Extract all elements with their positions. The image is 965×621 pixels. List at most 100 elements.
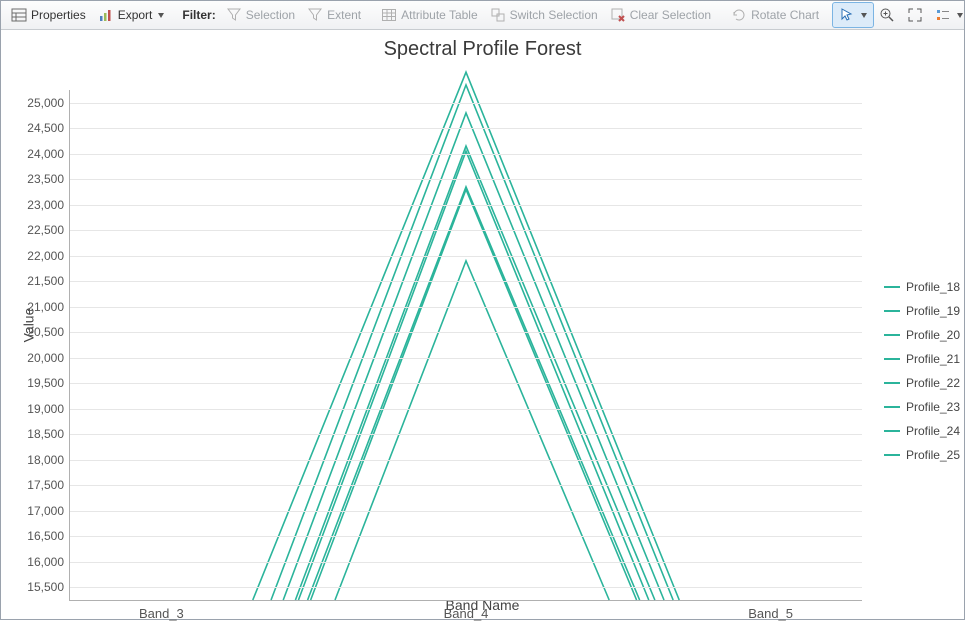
zoom-in-icon bbox=[879, 7, 895, 23]
legend-item[interactable]: Profile_23 bbox=[884, 395, 960, 419]
x-tick-label: Band_4 bbox=[444, 600, 489, 621]
legend-label: Profile_24 bbox=[906, 424, 960, 438]
chart-area[interactable]: Spectral Profile Forest Value Band Name … bbox=[1, 30, 964, 619]
clear-selection-button[interactable]: Clear Selection bbox=[604, 3, 717, 27]
y-tick-label: 23,500 bbox=[27, 172, 70, 186]
y-tick-label: 16,500 bbox=[27, 529, 70, 543]
switch-selection-button[interactable]: Switch Selection bbox=[484, 3, 604, 27]
filter-selection-label: Selection bbox=[246, 9, 295, 21]
dropdown-caret-icon bbox=[158, 13, 164, 18]
legend-item[interactable]: Profile_24 bbox=[884, 419, 960, 443]
x-tick-label: Band_3 bbox=[139, 600, 184, 621]
legend: Profile_18 Profile_19 Profile_20 Profile_21… bbox=[884, 275, 960, 467]
series-line[interactable] bbox=[298, 151, 648, 600]
grid-line bbox=[70, 332, 862, 333]
filter-extent-label: Extent bbox=[327, 9, 361, 21]
grid-line bbox=[70, 460, 862, 461]
y-tick-label: 18,500 bbox=[27, 427, 70, 441]
clear-selection-icon bbox=[610, 7, 626, 23]
grid-line bbox=[70, 230, 862, 231]
clear-selection-label: Clear Selection bbox=[630, 9, 711, 21]
y-tick-label: 19,500 bbox=[27, 376, 70, 390]
legend-label: Profile_21 bbox=[906, 352, 960, 366]
filter-extent-button[interactable]: Extent bbox=[301, 3, 367, 27]
legend-item[interactable]: Profile_21 bbox=[884, 347, 960, 371]
y-tick-label: 23,000 bbox=[27, 198, 70, 212]
funnel-extent-icon bbox=[307, 7, 323, 23]
switch-selection-label: Switch Selection bbox=[510, 9, 598, 21]
legend-swatch bbox=[884, 286, 900, 288]
y-tick-label: 17,000 bbox=[27, 504, 70, 518]
rotate-chart-label: Rotate Chart bbox=[751, 9, 819, 21]
chart-panel: Properties Export Filter: Selection Exte… bbox=[0, 0, 965, 620]
legend-label: Profile_25 bbox=[906, 448, 960, 462]
y-tick-label: 19,000 bbox=[27, 402, 70, 416]
rotate-chart-button[interactable]: Rotate Chart bbox=[725, 3, 825, 27]
y-tick-label: 21,000 bbox=[27, 300, 70, 314]
legend-swatch bbox=[884, 358, 900, 360]
full-extent-button[interactable] bbox=[901, 3, 929, 27]
legend-toggle-button[interactable] bbox=[929, 3, 965, 27]
plot-region[interactable]: 15,50016,00016,50017,00017,50018,00018,5… bbox=[69, 90, 862, 601]
y-tick-label: 25,000 bbox=[27, 96, 70, 110]
export-icon bbox=[98, 7, 114, 23]
legend-swatch bbox=[884, 382, 900, 384]
table-icon bbox=[381, 7, 397, 23]
grid-line bbox=[70, 511, 862, 512]
legend-label: Profile_22 bbox=[906, 376, 960, 390]
legend-label: Profile_19 bbox=[906, 304, 960, 318]
grid-line bbox=[70, 179, 862, 180]
grid-line bbox=[70, 128, 862, 129]
grid-line bbox=[70, 154, 862, 155]
legend-label: Profile_20 bbox=[906, 328, 960, 342]
lines-svg bbox=[70, 90, 862, 600]
grid-line bbox=[70, 409, 862, 410]
grid-line bbox=[70, 562, 862, 563]
y-tick-label: 17,500 bbox=[27, 478, 70, 492]
y-tick-label: 20,000 bbox=[27, 351, 70, 365]
properties-label: Properties bbox=[31, 9, 86, 21]
legend-item[interactable]: Profile_18 bbox=[884, 275, 960, 299]
y-tick-label: 18,000 bbox=[27, 453, 70, 467]
rotate-icon bbox=[731, 7, 747, 23]
legend-swatch bbox=[884, 406, 900, 408]
y-tick-label: 21,500 bbox=[27, 274, 70, 288]
legend-swatch bbox=[884, 334, 900, 336]
grid-line bbox=[70, 434, 862, 435]
legend-icon bbox=[935, 7, 951, 23]
select-tool-button[interactable] bbox=[833, 3, 873, 27]
export-button[interactable]: Export bbox=[92, 3, 171, 27]
y-tick-label: 24,500 bbox=[27, 121, 70, 135]
zoom-in-button[interactable] bbox=[873, 3, 901, 27]
legend-item[interactable]: Profile_22 bbox=[884, 371, 960, 395]
toolbar: Properties Export Filter: Selection Exte… bbox=[1, 1, 964, 30]
grid-line bbox=[70, 358, 862, 359]
filter-selection-button[interactable]: Selection bbox=[220, 3, 301, 27]
legend-item[interactable]: Profile_19 bbox=[884, 299, 960, 323]
filter-label: Filter: bbox=[178, 8, 219, 22]
export-label: Export bbox=[118, 9, 153, 21]
legend-swatch bbox=[884, 430, 900, 432]
series-line[interactable] bbox=[295, 146, 654, 600]
y-tick-label: 22,000 bbox=[27, 249, 70, 263]
grid-line bbox=[70, 103, 862, 104]
grid-line bbox=[70, 205, 862, 206]
legend-item[interactable]: Profile_20 bbox=[884, 323, 960, 347]
grid-line bbox=[70, 383, 862, 384]
properties-button[interactable]: Properties bbox=[5, 3, 92, 27]
select-cursor-icon bbox=[839, 7, 855, 23]
grid-line bbox=[70, 536, 862, 537]
properties-icon bbox=[11, 7, 27, 23]
y-tick-label: 16,000 bbox=[27, 555, 70, 569]
full-extent-icon bbox=[907, 7, 923, 23]
funnel-selection-icon bbox=[226, 7, 242, 23]
attribute-table-label: Attribute Table bbox=[401, 9, 478, 21]
attribute-table-button[interactable]: Attribute Table bbox=[375, 3, 484, 27]
legend-label: Profile_23 bbox=[906, 400, 960, 414]
dropdown-caret-icon bbox=[957, 13, 963, 18]
legend-swatch bbox=[884, 310, 900, 312]
dropdown-caret-icon bbox=[861, 13, 867, 18]
legend-item[interactable]: Profile_25 bbox=[884, 443, 960, 467]
legend-swatch bbox=[884, 454, 900, 456]
legend-label: Profile_18 bbox=[906, 280, 960, 294]
